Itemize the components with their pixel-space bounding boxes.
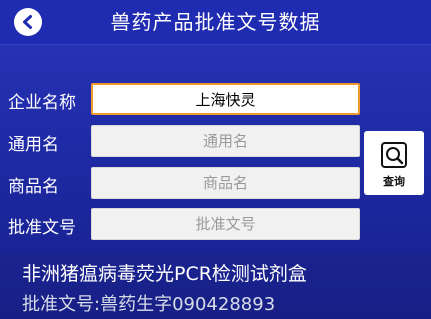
result-approval-prefix: 批准文号: xyxy=(22,294,101,315)
result-product-name: 非洲猪瘟病毒荧光PCR检测试剂盒 xyxy=(22,263,307,285)
company-label: 企业名称 xyxy=(8,93,76,113)
approval-number-label: 批准文号 xyxy=(8,218,76,238)
search-icon xyxy=(381,142,407,168)
title-bar: 兽药产品批准文号数据 xyxy=(0,0,431,45)
generic-name-label: 通用名 xyxy=(8,135,59,155)
result-approval-number: 兽药生字090428893 xyxy=(100,294,276,315)
generic-name-input[interactable] xyxy=(91,125,360,157)
search-button-label: 查询 xyxy=(383,175,405,188)
approval-number-input[interactable] xyxy=(91,208,360,240)
app-window: 兽药产品批准文号数据 企业名称 通用名 商品名 批准文号 查询 非洲猪瘟病毒荧光… xyxy=(0,0,431,319)
back-button[interactable] xyxy=(14,8,42,36)
product-name-label: 商品名 xyxy=(8,177,59,197)
page-title: 兽药产品批准文号数据 xyxy=(110,10,321,34)
result-approval-line: 批准文号:兽药生字090428893 xyxy=(22,290,275,316)
company-input[interactable] xyxy=(91,83,360,115)
search-button[interactable]: 查询 xyxy=(364,131,424,195)
result-item[interactable]: 非洲猪瘟病毒荧光PCR检测试剂盒 批准文号:兽药生字090428893 xyxy=(0,253,431,319)
product-name-input[interactable] xyxy=(91,167,360,199)
chevron-left-icon xyxy=(23,15,32,29)
